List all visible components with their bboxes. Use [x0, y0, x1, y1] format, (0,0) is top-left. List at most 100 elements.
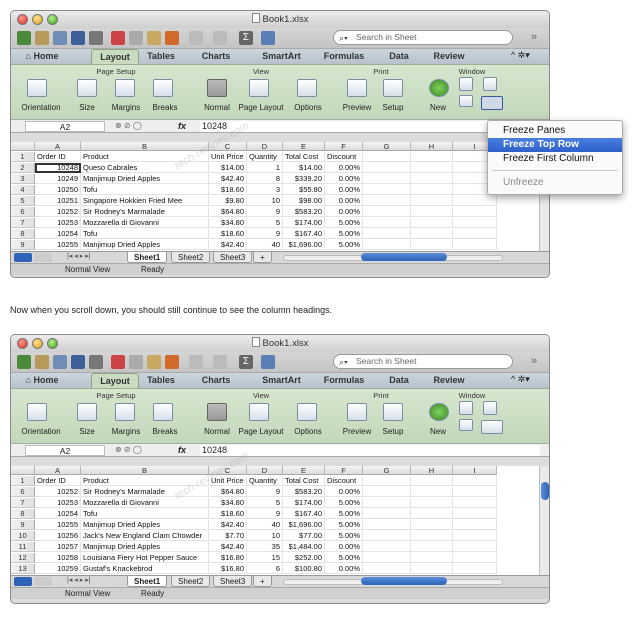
sheet-nav-arrows-icon[interactable]: |◂ ◂ ▸ ▸| [67, 252, 91, 260]
sheet-tab-2[interactable]: Sheet2 [171, 252, 211, 263]
table-cell[interactable]: $167.40 [283, 229, 325, 239]
table-cell[interactable]: 10250 [35, 185, 81, 195]
table-cell[interactable] [411, 542, 453, 552]
vertical-scrollbar[interactable] [539, 466, 549, 575]
table-cell[interactable]: $34.80 [209, 218, 247, 228]
table-cell[interactable] [453, 564, 497, 574]
table-cell[interactable]: 0.00% [325, 564, 363, 574]
table-cell[interactable]: 10254 [35, 509, 81, 519]
header-cell[interactable]: Order ID [35, 476, 81, 486]
table-cell[interactable]: 10253 [35, 498, 81, 508]
row-header[interactable]: 13 [11, 564, 35, 574]
table-cell[interactable]: 10248 [35, 163, 81, 173]
new-window-icon[interactable] [429, 79, 449, 97]
undo-icon[interactable] [189, 355, 203, 369]
header-cell[interactable]: Order ID [35, 152, 81, 162]
table-cell[interactable]: 10254 [35, 229, 81, 239]
page-setup-icon[interactable] [383, 403, 403, 421]
add-sheet-button[interactable]: + [253, 576, 272, 587]
table-cell[interactable] [411, 564, 453, 574]
breaks-icon[interactable] [153, 403, 173, 421]
table-cell[interactable] [453, 531, 497, 541]
table-cell[interactable]: $77.00 [283, 531, 325, 541]
select-all-corner[interactable] [11, 142, 35, 151]
name-box[interactable]: A2 [25, 445, 105, 456]
redo-icon[interactable] [213, 31, 227, 45]
column-header-a[interactable]: A [35, 466, 81, 475]
format-painter-icon[interactable] [165, 355, 179, 369]
table-cell[interactable] [411, 185, 453, 195]
table-cell[interactable]: $14.00 [209, 163, 247, 173]
row-header[interactable]: 4 [11, 185, 35, 195]
table-cell[interactable] [411, 174, 453, 184]
table-cell[interactable]: 10253 [35, 218, 81, 228]
table-cell[interactable]: Manjimup Dried Apples [81, 240, 209, 250]
table-cell[interactable]: Singapore Hokkien Fried Mee [81, 196, 209, 206]
table-cell[interactable]: 0.00% [325, 185, 363, 195]
table-cell[interactable] [363, 542, 411, 552]
table-cell[interactable] [363, 196, 411, 206]
table-cell[interactable] [411, 553, 453, 563]
new-button[interactable]: New [425, 103, 451, 112]
table-cell[interactable] [453, 520, 497, 530]
split-icon[interactable] [459, 95, 473, 107]
table-cell[interactable] [363, 229, 411, 239]
save-icon[interactable] [71, 31, 85, 45]
tab-layout[interactable]: Layout [91, 373, 139, 388]
orientation-icon[interactable] [27, 79, 47, 97]
tab-review[interactable]: Review [429, 373, 469, 388]
new-window-icon[interactable] [429, 403, 449, 421]
table-cell[interactable]: 10258 [35, 553, 81, 563]
table-cell[interactable] [453, 218, 497, 228]
freeze-panes-button[interactable] [481, 420, 503, 434]
table-cell[interactable] [411, 207, 453, 217]
margins-icon[interactable] [115, 79, 135, 97]
sheet-nav-arrows-icon[interactable]: |◂ ◂ ▸ ▸| [67, 576, 91, 584]
table-cell[interactable]: 15 [247, 553, 283, 563]
tab-smartart[interactable]: SmartArt [254, 373, 309, 388]
page-layout-toggle-icon[interactable] [34, 577, 52, 586]
column-header-f[interactable]: F [325, 142, 363, 151]
row-header[interactable]: 10 [11, 531, 35, 541]
menu-item-unfreeze[interactable]: Unfreeze [488, 176, 622, 190]
table-cell[interactable]: 0.00% [325, 207, 363, 217]
table-cell[interactable] [453, 498, 497, 508]
table-cell[interactable] [411, 487, 453, 497]
table-cell[interactable] [453, 240, 497, 250]
table-cell[interactable]: $9.80 [209, 196, 247, 206]
table-cell[interactable]: 5.00% [325, 218, 363, 228]
table-cell[interactable]: 5.00% [325, 520, 363, 530]
row-header[interactable]: 2 [11, 163, 35, 173]
zoom-window-button[interactable] [47, 338, 58, 349]
preview-button[interactable]: Preview [339, 427, 375, 436]
table-cell[interactable]: 5.00% [325, 498, 363, 508]
header-cell[interactable]: Discount [325, 476, 363, 486]
menu-item-freeze-top-row[interactable]: Freeze Top Row [488, 138, 622, 152]
table-cell[interactable]: $42.40 [209, 520, 247, 530]
table-cell[interactable]: 0.00% [325, 487, 363, 497]
table-cell[interactable]: Tofu [81, 185, 209, 195]
normal-view-toggle-icon[interactable] [14, 577, 32, 586]
table-cell[interactable]: Manjimup Dried Apples [81, 520, 209, 530]
setup-button[interactable]: Setup [377, 103, 409, 112]
table-cell[interactable] [411, 498, 453, 508]
sort-icon[interactable] [261, 355, 275, 369]
table-cell[interactable]: $64.80 [209, 207, 247, 217]
options-button[interactable]: Options [291, 427, 325, 436]
row-header[interactable]: 5 [11, 196, 35, 206]
column-header-h[interactable]: H [411, 466, 453, 475]
formula-controls-icon[interactable]: ⊗ ⊘ ◯ [115, 121, 142, 130]
page-layout-view-icon[interactable] [249, 403, 269, 421]
formula-input[interactable]: 10248 [200, 445, 540, 456]
close-window-button[interactable] [17, 14, 28, 25]
ribbon-collapse-icon[interactable]: ^ ✲▾ [511, 374, 530, 385]
breaks-button[interactable]: Breaks [149, 427, 181, 436]
table-cell[interactable]: 10 [247, 196, 283, 206]
toolbar-overflow-icon[interactable]: » [531, 31, 537, 43]
table-cell[interactable]: 9 [247, 207, 283, 217]
tab-tables[interactable]: Tables [141, 373, 181, 388]
table-cell[interactable]: 9 [247, 509, 283, 519]
format-painter-icon[interactable] [165, 31, 179, 45]
row-header[interactable]: 1 [11, 476, 35, 486]
table-cell[interactable]: 5.00% [325, 531, 363, 541]
